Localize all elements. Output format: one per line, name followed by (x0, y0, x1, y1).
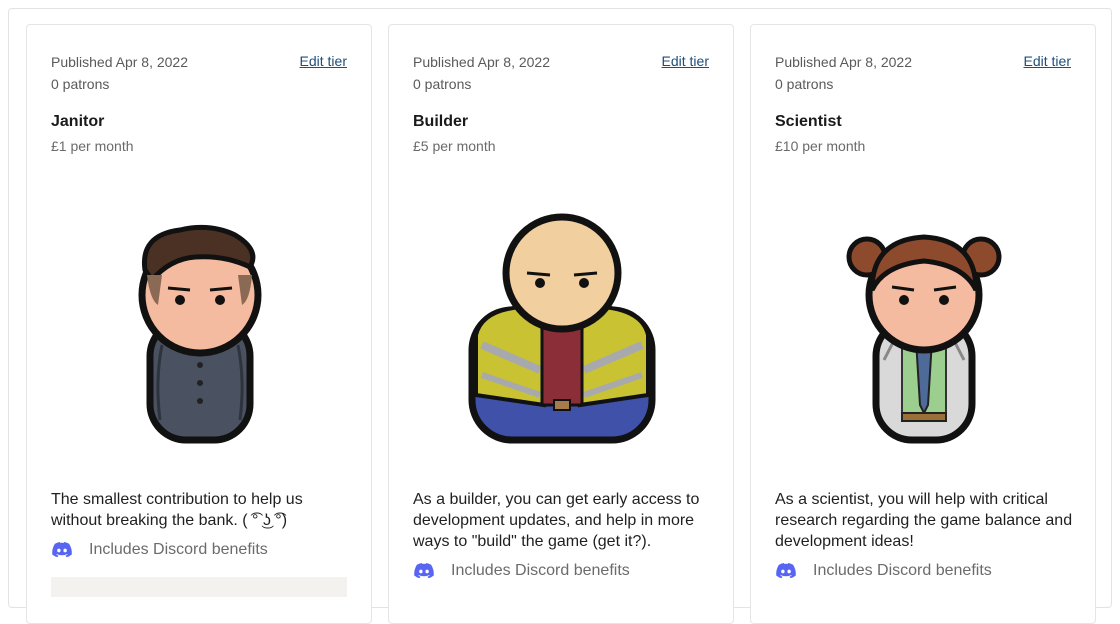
benefit-label: Includes Discord benefits (89, 541, 268, 558)
tier-description: As a scientist, you will help with criti… (775, 491, 1073, 550)
join-button-area[interactable] (51, 577, 347, 597)
tier-description: The smallest contribution to help us wit… (51, 491, 303, 529)
patron-count: 0 patrons (51, 76, 110, 92)
tier-card-builder: Published Apr 8, 2022 0 patrons Edit tie… (388, 24, 734, 624)
discord-benefit: Includes Discord benefits (51, 541, 268, 559)
scientist-avatar-image (846, 234, 1002, 444)
published-date: Published Apr 8, 2022 (51, 54, 188, 70)
discord-benefit: Includes Discord benefits (413, 562, 630, 580)
edit-tier-link[interactable]: Edit tier (662, 53, 709, 69)
benefit-label: Includes Discord benefits (451, 562, 630, 579)
tier-price: £10 per month (775, 138, 866, 154)
janitor-avatar-image (138, 224, 262, 444)
edit-tier-link[interactable]: Edit tier (1024, 53, 1071, 69)
tier-name: Builder (413, 113, 469, 130)
discord-icon (776, 563, 796, 579)
tier-card-janitor: Published Apr 8, 2022 0 patrons Edit tie… (26, 24, 372, 624)
tier-name: Scientist (775, 113, 842, 130)
builder-avatar-image (468, 213, 656, 444)
discord-benefit: Includes Discord benefits (775, 562, 992, 580)
tier-card-scientist: Published Apr 8, 2022 0 patrons Edit tie… (750, 24, 1096, 624)
published-date: Published Apr 8, 2022 (775, 54, 912, 70)
discord-icon (414, 563, 434, 579)
tier-price: £5 per month (413, 138, 496, 154)
patron-count: 0 patrons (413, 76, 472, 92)
tier-description: As a builder, you can get early access t… (413, 491, 700, 550)
tier-name: Janitor (51, 113, 105, 130)
patron-count: 0 patrons (775, 76, 834, 92)
published-date: Published Apr 8, 2022 (413, 54, 550, 70)
edit-tier-link[interactable]: Edit tier (300, 53, 347, 69)
discord-icon (52, 542, 72, 558)
benefit-label: Includes Discord benefits (813, 562, 992, 579)
tier-price: £1 per month (51, 138, 134, 154)
